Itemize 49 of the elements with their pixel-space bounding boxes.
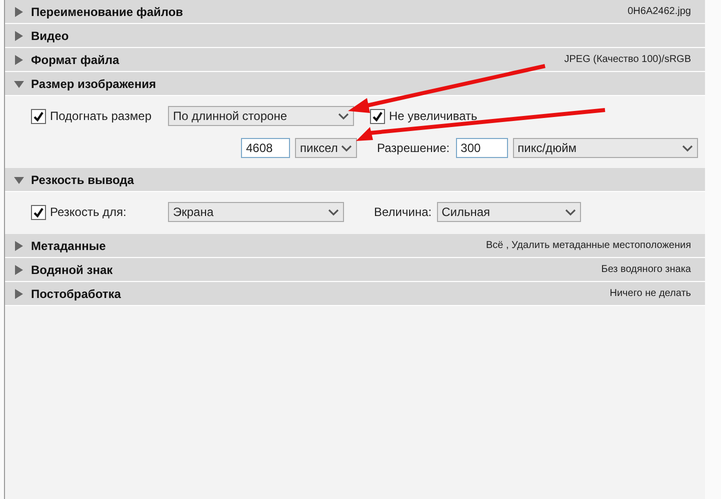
- chevron-icon: [328, 208, 339, 216]
- checkbox-label: Подогнать размер: [50, 108, 152, 125]
- section-title: Видео: [31, 28, 69, 44]
- chevron-icon: [682, 144, 693, 152]
- section-summary: Ничего не делать: [610, 287, 691, 301]
- chevron-icon: [564, 208, 576, 216]
- checkbox-label: Не увеличивать: [389, 108, 478, 125]
- expand-triangle-icon: [14, 54, 24, 64]
- resolution-label: Разрешение:: [377, 140, 450, 157]
- section-title: Резкость вывода: [31, 172, 134, 188]
- section-summary: Без водяного знака: [601, 263, 691, 277]
- section-header[interactable]: Формат файла JPEG (Качество 100)/sRGB: [5, 48, 705, 72]
- dropdown[interactable]: Сильная: [436, 202, 581, 222]
- checkbox[interactable]: [370, 108, 385, 124]
- section-header[interactable]: Резкость вывода: [5, 168, 705, 192]
- section-title: Водяной знак: [31, 262, 113, 278]
- section-header[interactable]: Видео: [5, 24, 705, 48]
- section-header[interactable]: Постобработка Ничего не делать: [5, 282, 705, 306]
- section-header[interactable]: Размер изображения: [5, 72, 705, 96]
- amount-label: Величина:: [374, 204, 432, 221]
- input-field[interactable]: 300: [456, 138, 508, 158]
- section-title: Метаданные: [31, 238, 106, 254]
- dropdown[interactable]: По длинной стороне: [168, 106, 354, 126]
- section-summary: Всё , Удалить метаданные местоположения: [486, 239, 691, 253]
- section-title: Размер изображения: [31, 76, 156, 92]
- section-header[interactable]: Водяной знак Без водяного знака: [5, 258, 705, 282]
- expand-triangle-icon: [14, 288, 24, 298]
- collapse-triangle-icon: [14, 174, 24, 184]
- collapse-triangle-icon: [14, 78, 24, 88]
- dropdown[interactable]: пикс/дюйм: [512, 138, 698, 158]
- dropdown[interactable]: Экрана: [168, 202, 344, 222]
- checkbox-label: Резкость для:: [50, 204, 126, 221]
- input-field[interactable]: 4608: [241, 138, 290, 158]
- section-title: Постобработка: [31, 286, 121, 302]
- checkbox[interactable]: [31, 204, 46, 220]
- section-header[interactable]: Метаданные Всё , Удалить метаданные местоположения: [5, 234, 705, 258]
- section-header[interactable]: Переименование файлов 0H6A2462.jpg: [5, 0, 705, 24]
- chevron-icon: [341, 144, 352, 152]
- expand-triangle-icon: [14, 6, 24, 16]
- checkbox[interactable]: [31, 108, 46, 124]
- section-title: Переименование файлов: [31, 4, 184, 20]
- dropdown[interactable]: пиксел: [295, 138, 357, 158]
- section-summary: JPEG (Качество 100)/sRGB: [564, 53, 691, 67]
- section-summary: 0H6A2462.jpg: [628, 5, 691, 19]
- chevron-icon: [338, 112, 349, 120]
- expand-triangle-icon: [14, 30, 24, 40]
- section-title: Формат файла: [31, 52, 120, 68]
- expand-triangle-icon: [14, 264, 24, 274]
- expand-triangle-icon: [14, 240, 24, 250]
